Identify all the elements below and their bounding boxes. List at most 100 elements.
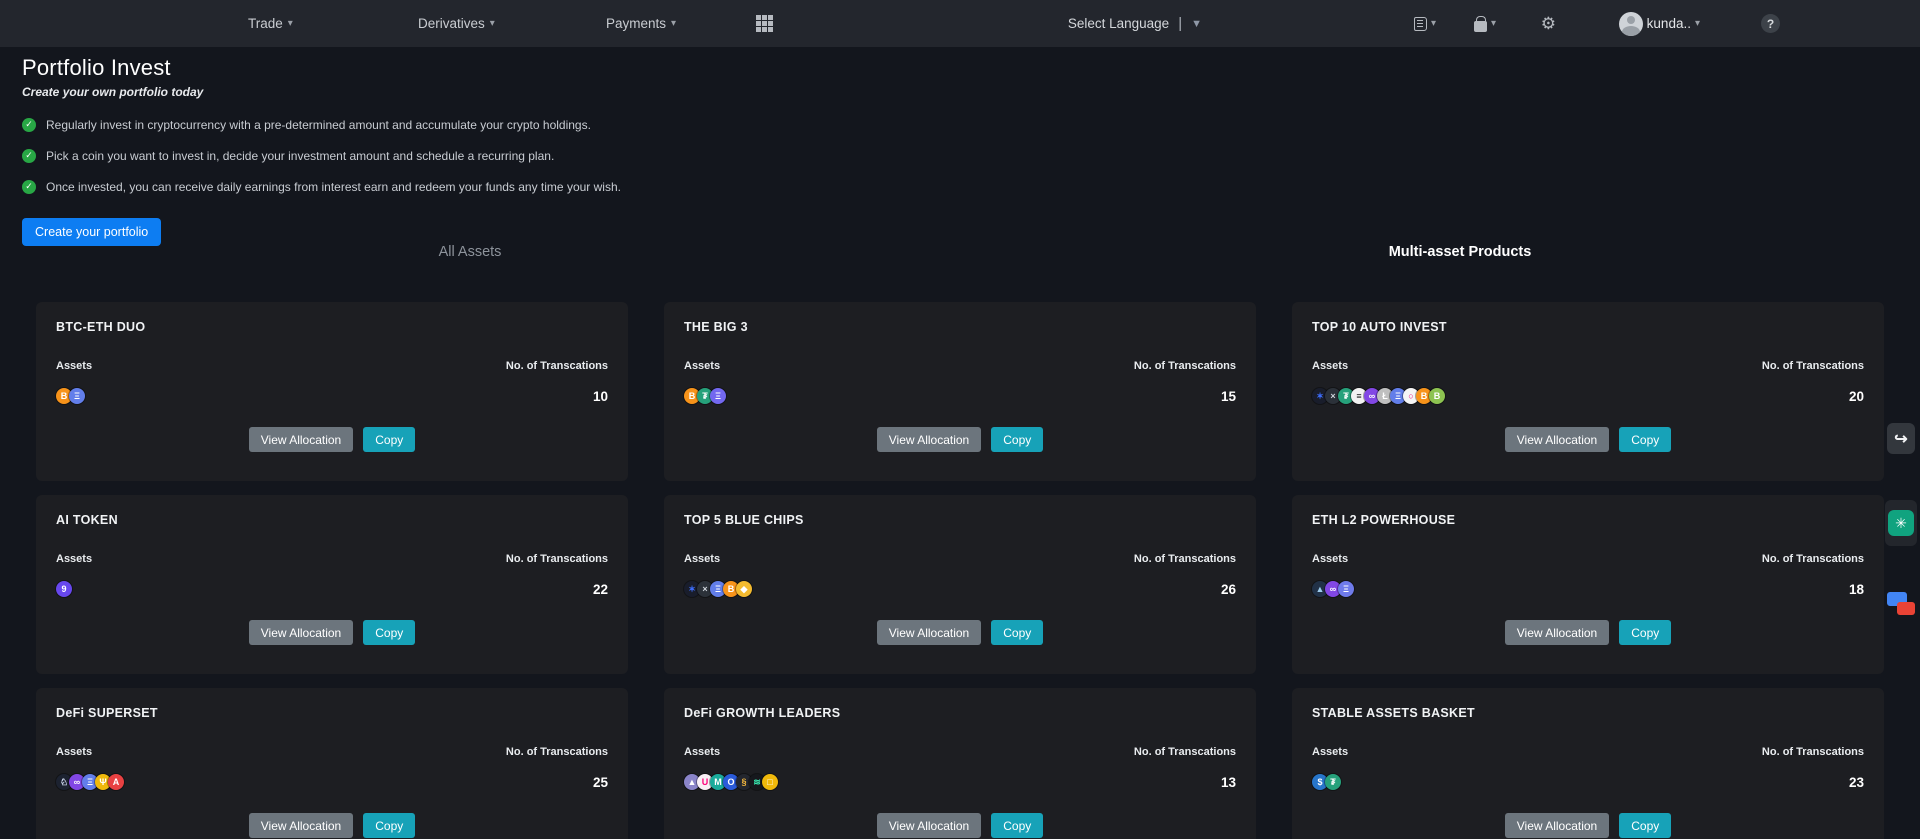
- feature-bullet-text: Pick a coin you want to invest in, decid…: [46, 149, 554, 163]
- share-arrow-icon: ↪: [1894, 429, 1907, 449]
- avalanche-icon: A: [108, 774, 124, 790]
- main-content: Portfolio Invest Create your own portfol…: [0, 47, 1920, 839]
- nav-menu-trade[interactable]: Trade ▾: [248, 0, 293, 47]
- help-button[interactable]: ?: [1761, 0, 1780, 47]
- copy-button[interactable]: Copy: [991, 427, 1043, 452]
- transactions-label: No. of Transcations: [1762, 746, 1864, 758]
- hero-section: Portfolio Invest Create your own portfol…: [22, 55, 1222, 246]
- feature-bullet: ✓ Regularly invest in cryptocurrency wit…: [22, 116, 1222, 133]
- nav-menu-derivatives-label: Derivatives: [418, 16, 485, 31]
- check-circle-icon: ✓: [22, 180, 36, 194]
- language-caret-icon: ▼: [1191, 18, 1202, 30]
- view-allocation-button[interactable]: View Allocation: [1505, 427, 1610, 452]
- tether-icon: ₮: [1325, 774, 1341, 790]
- chat-bubble-red-icon: [1897, 602, 1915, 615]
- create-portfolio-button[interactable]: Create your portfolio: [22, 218, 161, 246]
- copy-button[interactable]: Copy: [363, 620, 415, 645]
- nav-menu-derivatives[interactable]: Derivatives ▾: [418, 0, 495, 47]
- card-title: AI TOKEN: [56, 513, 608, 527]
- orderbook-icon: [1414, 17, 1427, 31]
- view-allocation-button[interactable]: View Allocation: [1505, 813, 1610, 838]
- chatgpt-widget-button[interactable]: ✳: [1885, 500, 1917, 546]
- view-allocation-button[interactable]: View Allocation: [249, 813, 354, 838]
- chat-widget-button[interactable]: [1887, 590, 1917, 624]
- assets-label: Assets: [56, 360, 92, 372]
- ethereum-icon: Ξ: [1338, 581, 1354, 597]
- user-account-menu[interactable]: kunda.. ▾: [1619, 0, 1700, 47]
- assets-menu[interactable]: ▾: [1474, 0, 1496, 47]
- asset-icons: 9: [56, 581, 69, 597]
- chevron-down-icon: ▾: [490, 18, 495, 29]
- asset-icons: ▲UMO§≋□: [684, 774, 775, 790]
- copy-button[interactable]: Copy: [991, 620, 1043, 645]
- portfolio-card: THE BIG 3 Assets No. of Transcations B₮Ξ…: [664, 302, 1256, 481]
- copy-button[interactable]: Copy: [363, 813, 415, 838]
- asset-icons: $₮: [1312, 774, 1338, 790]
- assets-label: Assets: [56, 553, 92, 565]
- card-title: DeFi GROWTH LEADERS: [684, 706, 1236, 720]
- transactions-count: 13: [1221, 775, 1236, 790]
- portfolio-cards-grid: BTC-ETH DUO Assets No. of Transcations B…: [36, 302, 1884, 839]
- copy-button[interactable]: Copy: [363, 427, 415, 452]
- language-selector[interactable]: Select Language | ▼: [1068, 0, 1202, 47]
- nav-menu-payments[interactable]: Payments ▾: [606, 0, 676, 47]
- portfolio-card: DeFi GROWTH LEADERS Assets No. of Transc…: [664, 688, 1256, 839]
- transactions-label: No. of Transcations: [1762, 360, 1864, 372]
- transactions-label: No. of Transcations: [1134, 360, 1236, 372]
- view-allocation-button[interactable]: View Allocation: [249, 620, 354, 645]
- card-title: BTC-ETH DUO: [56, 320, 608, 334]
- view-allocation-button[interactable]: View Allocation: [249, 427, 354, 452]
- card-title: STABLE ASSETS BASKET: [1312, 706, 1864, 720]
- feature-bullet-text: Once invested, you can receive daily ear…: [46, 180, 621, 194]
- card-title: THE BIG 3: [684, 320, 1236, 334]
- transactions-label: No. of Transcations: [506, 553, 608, 565]
- help-icon: ?: [1761, 14, 1780, 33]
- settings-button[interactable]: ⚙: [1541, 0, 1556, 47]
- asset-icons: ✶×ΞB◆: [684, 581, 749, 597]
- transactions-label: No. of Transcations: [1134, 746, 1236, 758]
- card-title: DeFi SUPERSET: [56, 706, 608, 720]
- feature-bullet: ✓ Once invested, you can receive daily e…: [22, 178, 1222, 195]
- view-allocation-button[interactable]: View Allocation: [877, 427, 982, 452]
- asset-icons: B₮Ξ: [684, 388, 723, 404]
- view-allocation-button[interactable]: View Allocation: [1505, 620, 1610, 645]
- transactions-label: No. of Transcations: [1134, 553, 1236, 565]
- copy-button[interactable]: Copy: [991, 813, 1043, 838]
- portfolio-card: BTC-ETH DUO Assets No. of Transcations B…: [36, 302, 628, 481]
- the-graph-icon: 9: [56, 581, 72, 597]
- transactions-label: No. of Transcations: [506, 360, 608, 372]
- transactions-count: 25: [593, 775, 608, 790]
- chevron-down-icon: ▾: [671, 18, 676, 29]
- copy-button[interactable]: Copy: [1619, 813, 1671, 838]
- assets-label: Assets: [684, 360, 720, 372]
- cube-gold-icon: □: [762, 774, 778, 790]
- chatgpt-icon: ✳: [1888, 510, 1914, 536]
- avatar: [1619, 12, 1643, 36]
- share-widget-button[interactable]: ↪: [1887, 423, 1915, 454]
- transactions-count: 15: [1221, 389, 1236, 404]
- transactions-label: No. of Transcations: [506, 746, 608, 758]
- chevron-down-icon: ▾: [1695, 18, 1700, 29]
- view-allocation-button[interactable]: View Allocation: [877, 813, 982, 838]
- assets-label: Assets: [684, 746, 720, 758]
- ethereum-icon: Ξ: [69, 388, 85, 404]
- view-allocation-button[interactable]: View Allocation: [877, 620, 982, 645]
- assets-label: Assets: [1312, 360, 1348, 372]
- assets-label: Assets: [56, 746, 92, 758]
- copy-button[interactable]: Copy: [1619, 427, 1671, 452]
- apps-grid-icon[interactable]: [756, 15, 773, 32]
- transactions-count: 23: [1849, 775, 1864, 790]
- card-title: TOP 10 AUTO INVEST: [1312, 320, 1864, 334]
- copy-button[interactable]: Copy: [1619, 620, 1671, 645]
- asset-icons: ♘∞ΞΨA: [56, 774, 121, 790]
- orders-menu[interactable]: ▾: [1414, 0, 1436, 47]
- transactions-count: 22: [593, 582, 608, 597]
- transactions-count: 20: [1849, 389, 1864, 404]
- chevron-down-icon: ▾: [288, 18, 293, 29]
- bnb-icon: ◆: [736, 581, 752, 597]
- transactions-count: 10: [593, 389, 608, 404]
- feature-bullet: ✓ Pick a coin you want to invest in, dec…: [22, 147, 1222, 164]
- portfolio-card: AI TOKEN Assets No. of Transcations 9 22…: [36, 495, 628, 674]
- portfolio-card: TOP 5 BLUE CHIPS Assets No. of Transcati…: [664, 495, 1256, 674]
- section-header-all-assets: All Assets: [0, 244, 940, 260]
